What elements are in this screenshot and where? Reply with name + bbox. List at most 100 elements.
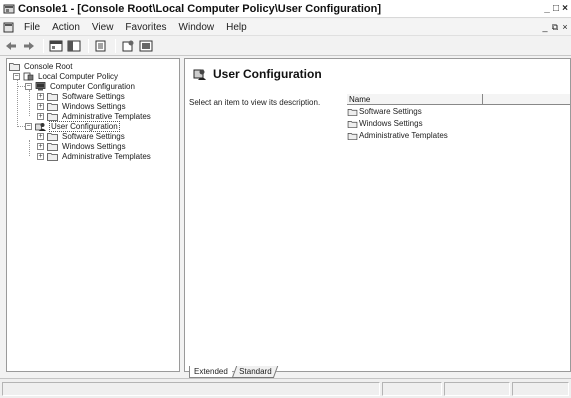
folder-icon [347, 108, 358, 116]
tree-node[interactable]: + Windows Settings [37, 141, 127, 151]
show-hide-tree-button[interactable] [66, 38, 82, 54]
collapse-icon[interactable]: − [25, 82, 32, 90]
maximize-button[interactable]: □ [552, 3, 560, 14]
collapse-icon[interactable]: − [25, 122, 32, 130]
list-item-label: Windows Settings [359, 119, 423, 128]
menu-action[interactable]: Action [46, 22, 86, 33]
tab-standard[interactable]: Standard [231, 366, 279, 378]
tab-extended[interactable]: Extended [189, 366, 232, 378]
tree-connector [29, 140, 30, 156]
child-window-icon[interactable] [3, 22, 14, 33]
status-cell-4 [512, 382, 569, 396]
folder-icon [47, 152, 58, 161]
tree-node[interactable]: + Software Settings [37, 91, 126, 101]
folder-icon [47, 112, 58, 121]
toolbar-separator [43, 39, 44, 53]
properties-button[interactable] [120, 38, 136, 54]
tree-connector [29, 90, 30, 116]
tree-node-label: Console Root [24, 61, 73, 71]
mmc-app-icon[interactable] [3, 3, 15, 15]
view-tabs: Extended Standard [189, 365, 279, 378]
menu-window[interactable]: Window [173, 22, 221, 33]
policy-icon [23, 72, 34, 80]
tree-node-label: User Configuration [49, 120, 120, 132]
tree-node-label: Windows Settings [62, 101, 126, 111]
details-pane: User Configuration Select an item to vie… [184, 58, 571, 372]
computer-icon [35, 81, 46, 90]
tree-node-label: Local Computer Policy [38, 71, 119, 81]
menu-favorites-label: Favorites [125, 21, 167, 33]
tree-node[interactable]: Console Root [9, 61, 73, 71]
help-icon [139, 40, 153, 52]
menu-help[interactable]: Help [220, 22, 253, 33]
details-title: User Configuration [213, 67, 322, 81]
forward-button[interactable] [21, 38, 37, 54]
expand-icon[interactable]: + [37, 152, 44, 160]
menu-view-label: View [91, 21, 114, 33]
tree-node[interactable]: + Administrative Templates [37, 111, 152, 121]
expand-icon[interactable]: + [37, 102, 44, 110]
up-one-level-button[interactable] [48, 38, 64, 54]
list-header: Name [347, 93, 570, 105]
collapse-icon[interactable]: − [13, 72, 20, 80]
tree-node[interactable]: − Local Computer Policy [13, 71, 119, 81]
expand-icon[interactable]: + [37, 132, 44, 140]
menu-file[interactable]: File [18, 22, 46, 33]
list-item-label: Software Settings [359, 107, 422, 116]
menu-favorites[interactable]: Favorites [119, 22, 172, 33]
toolbar-separator [115, 39, 116, 53]
properties-icon [122, 40, 134, 52]
tree-node[interactable]: + Administrative Templates [37, 151, 152, 161]
export-list-button[interactable] [93, 38, 109, 54]
tree-node-label: Computer Configuration [50, 81, 135, 91]
menu-file-label: File [24, 21, 41, 33]
tab-standard-label: Standard [238, 367, 272, 376]
tree-connector [17, 126, 25, 127]
minimize-button[interactable]: _ [543, 3, 551, 14]
menu-bar: File Action View Favorites Window Help _… [0, 19, 571, 36]
folder-icon [347, 120, 358, 128]
tree-node[interactable]: + Windows Settings [37, 101, 127, 111]
description-text: Select an item to view its description. [189, 98, 321, 107]
column-header-name[interactable]: Name [347, 94, 483, 105]
list-item[interactable]: Administrative Templates [347, 130, 448, 141]
child-restore-button[interactable]: ⧉ [551, 22, 559, 32]
back-arrow-icon [6, 42, 16, 50]
tree-node-label: Software Settings [62, 131, 125, 141]
folder-icon [47, 92, 58, 101]
status-cell-main [2, 382, 380, 396]
list-item-label: Administrative Templates [359, 131, 448, 140]
column-header-empty[interactable] [483, 94, 570, 105]
menu-window-label: Window [178, 21, 215, 33]
back-button[interactable] [3, 38, 19, 54]
close-button[interactable]: × [561, 3, 569, 14]
window-title: Console1 - [Console Root\Local Computer … [18, 2, 382, 15]
user-icon [35, 122, 46, 131]
menu-view[interactable]: View [86, 22, 120, 33]
export-list-icon [95, 40, 106, 52]
tree-node[interactable]: + Software Settings [37, 131, 126, 141]
expand-icon[interactable]: + [37, 142, 44, 150]
expand-icon[interactable]: + [37, 112, 44, 120]
tree-node[interactable]: − Computer Configuration [25, 81, 136, 91]
tree-node-label: Software Settings [62, 91, 125, 101]
child-close-button[interactable]: × [561, 22, 569, 32]
status-cell-2 [382, 382, 442, 396]
menu-action-label: Action [52, 21, 80, 33]
tree-node-label: Administrative Templates [62, 151, 151, 161]
list-item[interactable]: Windows Settings [347, 118, 423, 129]
child-minimize-button[interactable]: _ [541, 22, 549, 32]
tree-connector [17, 80, 18, 127]
help-button[interactable] [138, 38, 154, 54]
forward-arrow-icon [24, 42, 34, 50]
toolbar [0, 37, 571, 56]
console-tree[interactable]: Console Root − Local Computer Policy − Compu… [6, 58, 180, 372]
folder-icon [47, 142, 58, 151]
list-item[interactable]: Software Settings [347, 106, 422, 117]
tree-node[interactable]: − User Configuration [25, 120, 120, 132]
folder-icon [47, 102, 58, 111]
details-list[interactable]: Name Software Settings Windows Settings Ad… [347, 93, 570, 343]
expand-icon[interactable]: + [37, 92, 44, 100]
tree-node-label: Windows Settings [62, 141, 126, 151]
tree-connector [17, 86, 25, 87]
